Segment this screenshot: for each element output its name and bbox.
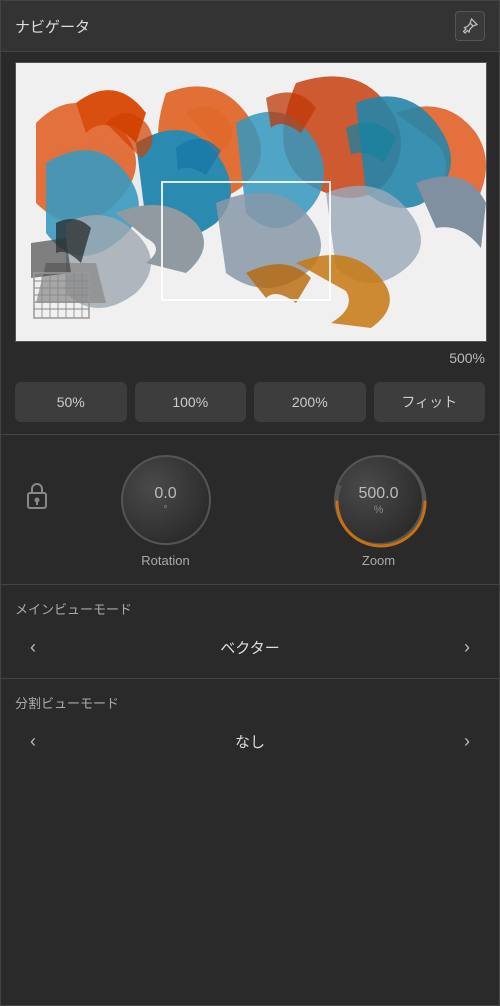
lock-icon-wrap — [15, 480, 59, 544]
divider-2 — [1, 584, 499, 585]
pin-icon — [462, 18, 478, 34]
divider-1 — [1, 434, 499, 435]
zoom-buttons-row: 50% 100% 200% フィット — [1, 374, 499, 430]
split-view-label: 分割ビューモード — [1, 683, 499, 718]
zoom-50-button[interactable]: 50% — [15, 382, 127, 422]
lock-icon — [25, 480, 49, 516]
zoom-50-label: 50% — [57, 394, 85, 410]
panel-title: ナビゲータ — [15, 16, 90, 37]
main-view-value: ベクター — [51, 637, 449, 658]
zoom-dial[interactable]: 500.0 % — [334, 455, 424, 545]
navigator-panel: ナビゲータ — [0, 0, 500, 1006]
main-view-label: メインビューモード — [1, 589, 499, 624]
zoom-label: Zoom — [362, 553, 395, 568]
zoom-200-label: 200% — [292, 394, 328, 410]
zoom-percent-value: 500% — [449, 350, 485, 366]
main-view-selector: ‹ ベクター › — [1, 624, 499, 674]
split-view-value: なし — [51, 731, 449, 752]
zoom-fit-label: フィット — [401, 394, 457, 410]
split-view-next-icon: › — [464, 731, 470, 752]
zoom-display: 500% — [1, 346, 499, 374]
main-view-prev-icon: ‹ — [30, 637, 36, 658]
zoom-arc-svg — [332, 453, 430, 551]
zoom-fit-button[interactable]: フィット — [374, 382, 486, 422]
rotation-dial[interactable]: 0.0 ° — [121, 455, 211, 545]
pin-button[interactable] — [455, 11, 485, 41]
rotation-dial-wrap: 0.0 ° Rotation — [59, 455, 272, 568]
preview-image[interactable] — [15, 62, 487, 342]
divider-3 — [1, 678, 499, 679]
panel-header: ナビゲータ — [1, 1, 499, 52]
controls-section: 0.0 ° Rotation 500.0 % Zoom — [1, 439, 499, 580]
zoom-100-label: 100% — [172, 394, 208, 410]
split-view-next-button[interactable]: › — [449, 722, 485, 760]
rotation-unit: ° — [163, 504, 167, 516]
rotation-label: Rotation — [141, 553, 189, 568]
split-view-prev-button[interactable]: ‹ — [15, 722, 51, 760]
split-view-prev-icon: ‹ — [30, 731, 36, 752]
rotation-value: 0.0 — [154, 484, 176, 503]
preview-container — [1, 52, 499, 346]
main-view-prev-button[interactable]: ‹ — [15, 628, 51, 666]
viewport-box — [161, 181, 331, 301]
main-view-next-icon: › — [464, 637, 470, 658]
zoom-200-button[interactable]: 200% — [254, 382, 366, 422]
zoom-100-button[interactable]: 100% — [135, 382, 247, 422]
zoom-dial-wrap: 500.0 % Zoom — [272, 455, 485, 568]
main-view-next-button[interactable]: › — [449, 628, 485, 666]
split-view-selector: ‹ なし › — [1, 718, 499, 768]
